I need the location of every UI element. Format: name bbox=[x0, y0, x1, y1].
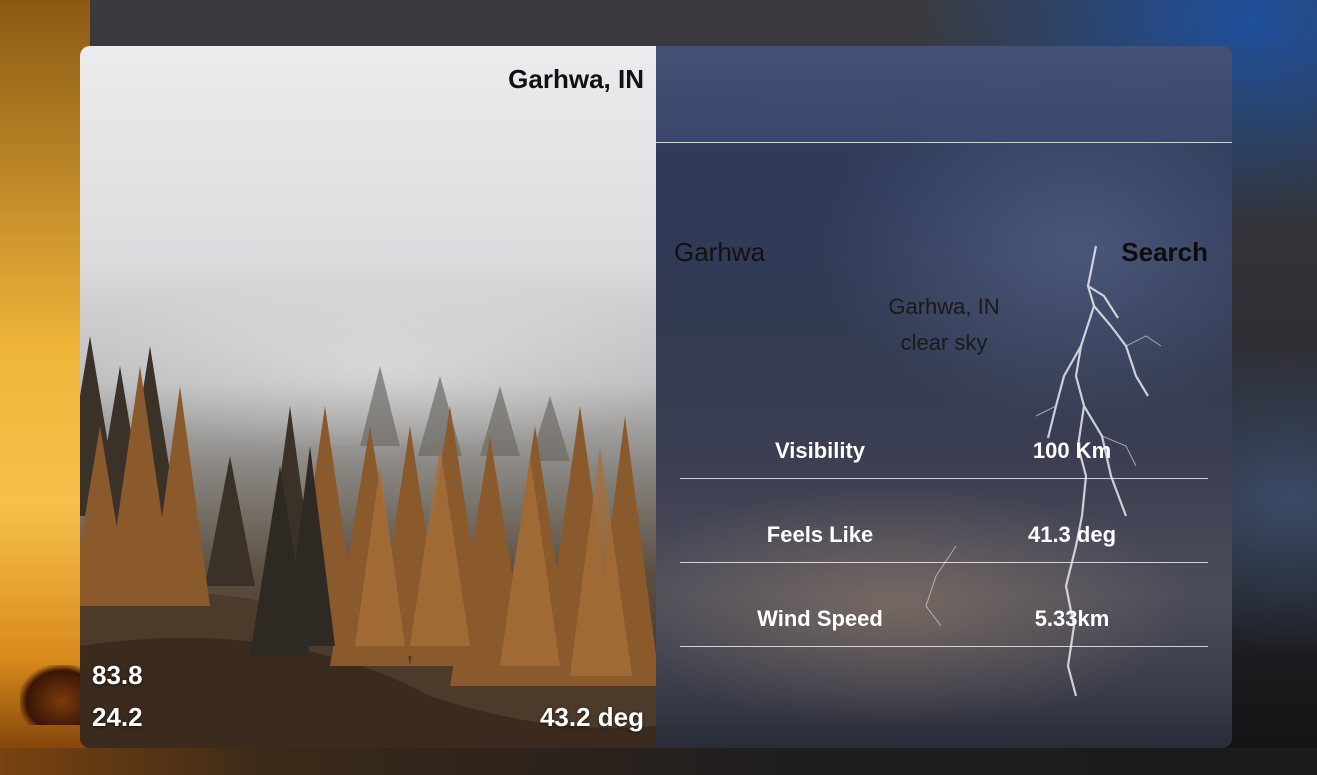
search-button[interactable]: Search bbox=[1121, 237, 1208, 268]
info-panel: Search Garhwa, IN clear sky Visibility 1… bbox=[656, 46, 1232, 748]
photo-city-title: Garhwa, IN bbox=[508, 64, 644, 94]
visibility-label: Visibility bbox=[774, 438, 866, 463]
detail-row-wind-speed: Wind Speed 5.33km bbox=[680, 563, 1208, 647]
humidity-value: 83.8 bbox=[92, 660, 143, 690]
wind-speed-value: 5.33km bbox=[1034, 606, 1110, 631]
top-band bbox=[656, 46, 1232, 143]
wind-speed-label: Wind Speed bbox=[757, 606, 883, 631]
weather-details: Visibility 100 Km Feels Like 41.3 deg Wi… bbox=[680, 418, 1208, 647]
weather-card: Garhwa, IN 83.8 24.2 43.2 deg Searc bbox=[80, 46, 1232, 748]
temperature-value: 43.2 deg bbox=[539, 702, 644, 732]
background-horizon bbox=[0, 748, 1317, 775]
weather-description: clear sky bbox=[900, 330, 988, 355]
feels-like-label: Feels Like bbox=[766, 522, 874, 547]
background-sunset bbox=[0, 0, 90, 775]
search-bar: Search bbox=[674, 232, 1208, 272]
visibility-value: 100 Km bbox=[1032, 438, 1112, 463]
search-input[interactable] bbox=[674, 236, 974, 268]
detail-row-visibility: Visibility 100 Km bbox=[680, 418, 1208, 479]
detail-row-feels-like: Feels Like 41.3 deg bbox=[680, 479, 1208, 563]
feels-like-value: 41.3 deg bbox=[1027, 522, 1117, 547]
secondary-value: 24.2 bbox=[92, 702, 143, 732]
forest-photo-panel: Garhwa, IN 83.8 24.2 43.2 deg bbox=[80, 46, 656, 748]
forest-illustration bbox=[80, 336, 656, 748]
location-name: Garhwa, IN bbox=[888, 294, 1000, 319]
